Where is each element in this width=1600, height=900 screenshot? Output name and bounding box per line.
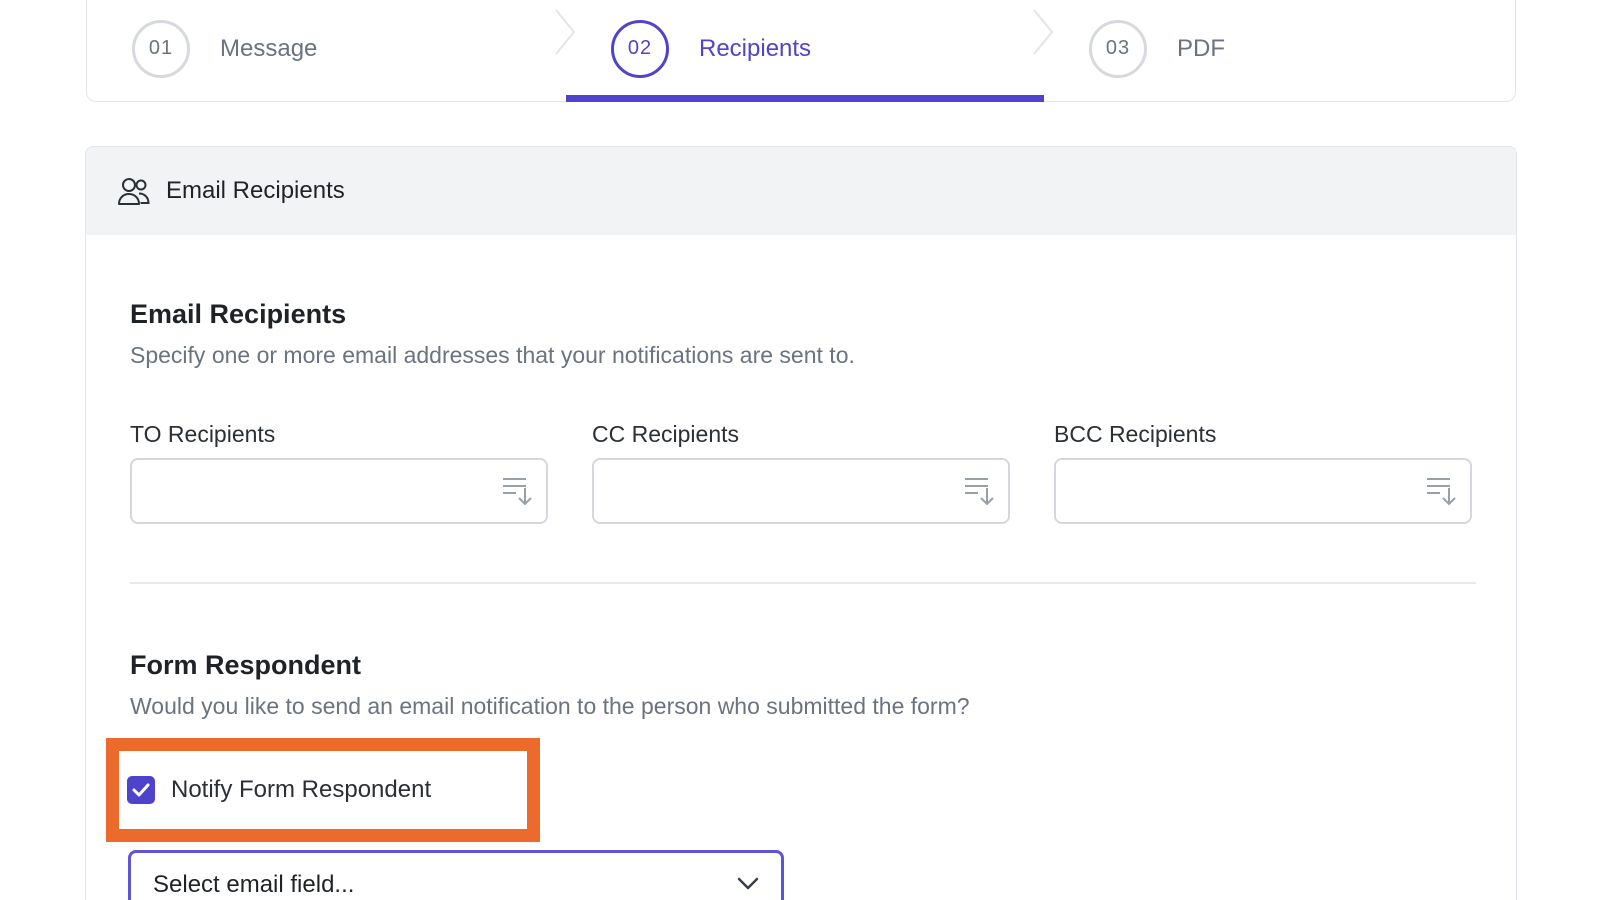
cc-recipients-input[interactable] [592,458,1010,524]
bcc-recipients-input[interactable] [1054,458,1472,524]
step-separator-icon [1033,9,1054,55]
section-title-form-respondent: Form Respondent [130,650,362,680]
section-description: Would you like to send an email notifica… [130,693,970,719]
step-pdf[interactable]: 03 PDF [1044,0,1515,101]
sort-list-icon[interactable] [964,476,996,506]
sort-list-icon[interactable] [502,476,534,506]
section-divider [130,582,1476,584]
bcc-recipients-field: BCC Recipients [1054,421,1472,524]
field-label: BCC Recipients [1054,421,1217,447]
step-number: 01 [132,19,190,78]
field-label: TO Recipients [130,421,276,447]
card-body: Email Recipients Specify one or more ema… [86,235,1516,720]
chevron-down-icon [737,877,759,890]
sort-list-icon[interactable] [1426,476,1458,506]
stepper: 01 Message 02 Recipients 03 PDF [86,0,1516,102]
field-label: CC Recipients [592,421,739,447]
recipient-fields: TO Recipients CC Recipients BCC Recipien… [130,421,1472,524]
step-separator-icon [555,9,576,55]
form-respondent-section: Form Respondent Would you like to send a… [130,650,1472,720]
cc-recipients-field: CC Recipients [592,421,1010,524]
step-message[interactable]: 01 Message [87,0,576,101]
card-header: Email Recipients [86,147,1516,235]
notify-respondent-label[interactable]: Notify Form Respondent [171,776,431,804]
step-label: Recipients [699,34,812,62]
section-description: Specify one or more email addresses that… [130,342,855,368]
step-number: 02 [611,19,669,78]
email-field-select[interactable]: Select email field... [128,850,784,900]
notify-respondent-checkbox[interactable] [127,776,155,804]
section-title-email-recipients: Email Recipients [130,299,347,329]
to-recipients-field: TO Recipients [130,421,548,524]
step-recipients[interactable]: 02 Recipients [566,0,1054,102]
check-icon [132,783,150,797]
to-recipients-input[interactable] [130,458,548,524]
card-header-title: Email Recipients [166,177,345,204]
users-icon [118,178,150,205]
step-label: PDF [1177,34,1225,62]
select-value: Select email field... [153,871,355,898]
notify-respondent-highlight: Notify Form Respondent [106,738,540,842]
step-number: 03 [1089,19,1147,78]
step-label: Message [220,34,318,62]
notification-settings-page: 01 Message 02 Recipients 03 PDF Email Re… [0,0,1600,900]
